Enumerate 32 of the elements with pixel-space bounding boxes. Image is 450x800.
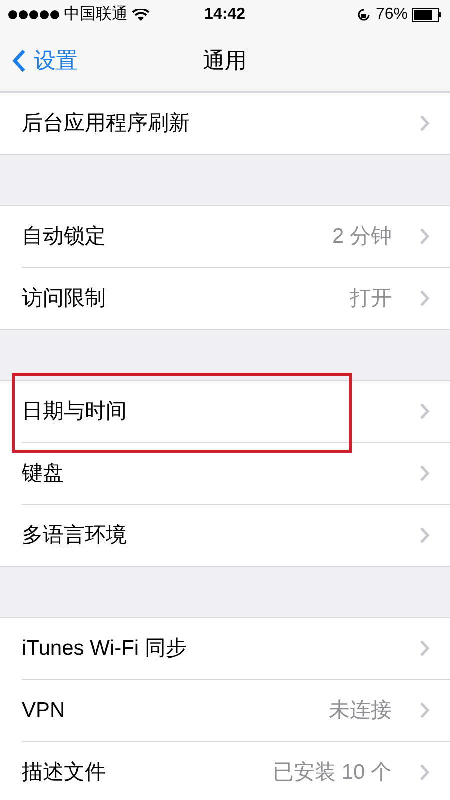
chevron-icon	[420, 527, 430, 544]
chevron-icon	[420, 228, 430, 245]
row-label: 后台应用程序刷新	[22, 110, 191, 137]
row-label: 日期与时间	[22, 398, 128, 425]
row-value: 2 分钟	[332, 224, 392, 250]
page-title: 通用	[203, 47, 247, 75]
row-label: 描述文件	[22, 760, 107, 786]
chevron-icon	[420, 640, 430, 657]
signal-icon	[8, 10, 60, 20]
back-chevron-icon	[12, 48, 26, 72]
chevron-icon	[420, 764, 430, 781]
rotation-lock-icon	[356, 7, 372, 23]
battery-percent: 76%	[376, 5, 408, 25]
chevron-icon	[420, 290, 430, 307]
back-button[interactable]: 设置	[0, 44, 78, 77]
row-value: 已安装 10 个	[272, 760, 392, 786]
row-label: 访问限制	[22, 286, 107, 312]
row-label: 多语言环境	[22, 522, 128, 549]
row-label: iTunes Wi-Fi 同步	[22, 636, 188, 662]
row-label: 自动锁定	[22, 224, 107, 250]
status-time: 14:42	[204, 5, 246, 25]
row-value: 未连接	[329, 698, 392, 724]
row-label: VPN	[22, 698, 66, 724]
chevron-icon	[420, 465, 430, 482]
chevron-icon	[420, 702, 430, 719]
chevron-icon	[420, 115, 430, 132]
battery-icon	[412, 8, 442, 22]
chevron-icon	[420, 403, 430, 420]
row-value: 打开	[350, 286, 392, 312]
row-label: 键盘	[22, 460, 65, 487]
wifi-icon	[132, 8, 150, 22]
carrier-name: 中国联通	[64, 4, 128, 25]
